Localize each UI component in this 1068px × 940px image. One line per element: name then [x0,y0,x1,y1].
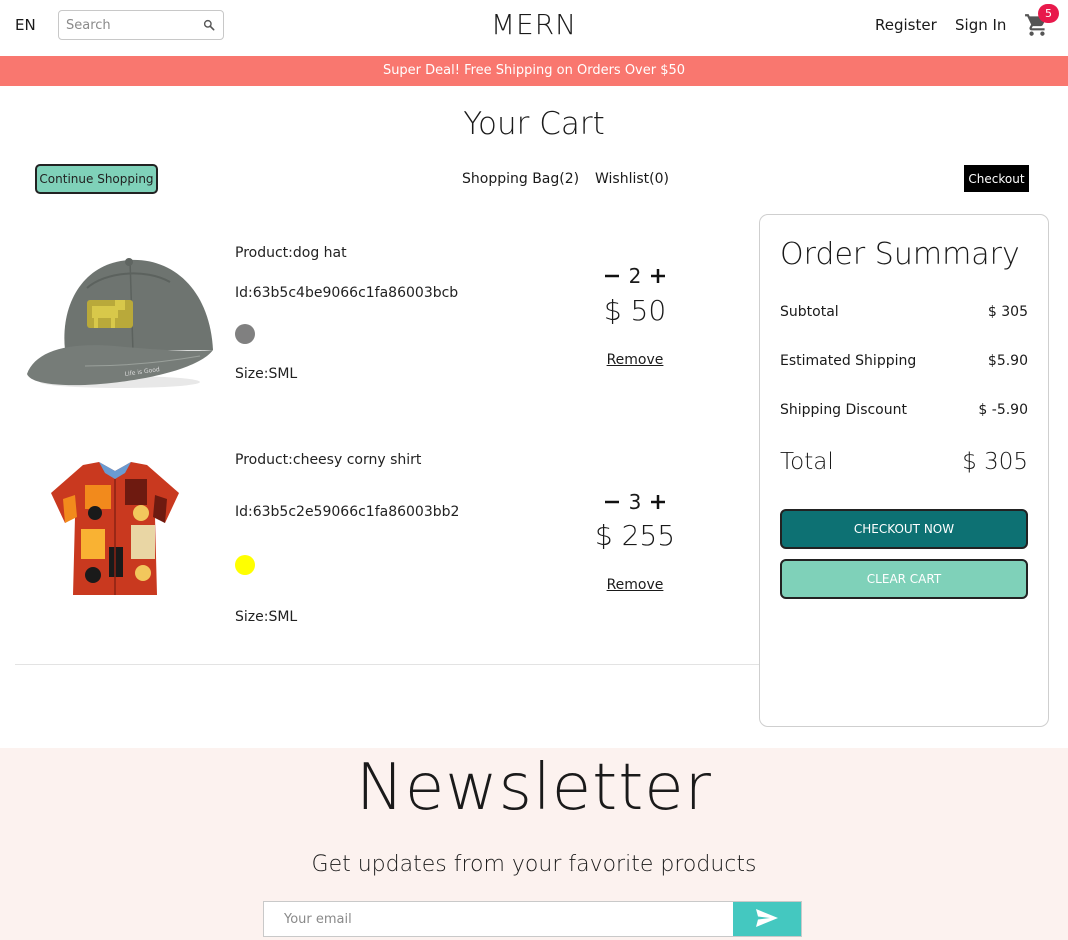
product-id: Id:63b5c4be9066c1fa86003bcb [235,285,459,301]
quantity-value: 3 [628,490,642,514]
send-button[interactable] [733,902,801,936]
minus-icon[interactable] [600,264,624,288]
cart-divider [15,664,759,665]
cart-item: Life is Good Product:dog hat Id:63b5c4be… [15,230,745,430]
product-image-dog-hat[interactable]: Life is Good [25,242,215,392]
product-price: $ 50 [603,294,667,327]
product-image-cheesy-corny-shirt[interactable] [45,459,185,599]
subtotal-value: $ 305 [987,304,1028,320]
subtotal-label: Subtotal [780,304,839,320]
shopping-bag-link[interactable]: Shopping Bag(2) [462,171,579,187]
shipping-label: Estimated Shipping [780,353,917,369]
newsletter-subtitle: Get updates from your favorite products [311,852,757,877]
plus-icon[interactable] [646,490,670,514]
product-name: Product:cheesy corny shirt [235,452,422,468]
checkout-button[interactable]: Checkout [964,165,1029,192]
wishlist-link[interactable]: Wishlist(0) [595,171,669,187]
checkout-now-button[interactable]: CHECKOUT NOW [780,509,1028,549]
cart-count-badge: 5 [1038,4,1059,23]
total-value: $ 305 [962,449,1028,475]
newsletter-form [263,901,802,937]
product-size: Size:SML [235,366,298,382]
register-link[interactable]: Register [875,16,937,34]
announcement-bar: Super Deal! Free Shipping on Orders Over… [0,56,1068,86]
continue-shopping-button[interactable]: Continue Shopping [35,164,158,194]
newsletter-section: Newsletter Get updates from your favorit… [0,748,1068,940]
order-summary-title: Order Summary [780,237,1020,272]
order-summary: Order Summary Subtotal $ 305 Estimated S… [759,214,1049,727]
email-input[interactable] [264,902,733,936]
remove-button[interactable]: Remove [575,352,695,368]
product-size: Size:SML [235,609,298,625]
total-label: Total [780,449,834,475]
quantity-control: 2 [600,264,670,288]
page-title: Your Cart [463,106,605,142]
remove-button[interactable]: Remove [575,577,695,593]
product-color-swatch [235,555,255,575]
clear-cart-button[interactable]: CLEAR CART [780,559,1028,599]
plus-icon[interactable] [646,264,670,288]
navbar: EN MERN Register Sign In 5 [0,0,1068,56]
product-color-swatch [235,324,255,344]
quantity-value: 2 [628,264,642,288]
minus-icon[interactable] [600,490,624,514]
product-price: $ 255 [594,519,676,552]
quantity-control: 3 [600,490,670,514]
send-icon [756,908,778,927]
shipping-value: $5.90 [987,353,1028,369]
discount-value: $ -5.90 [978,402,1028,418]
cart-item: Product:cheesy corny shirt Id:63b5c2e590… [15,445,745,645]
discount-label: Shipping Discount [780,402,907,418]
product-name: Product:dog hat [235,245,347,261]
product-id: Id:63b5c2e59066c1fa86003bb2 [235,504,460,520]
newsletter-title: Newsletter [356,751,712,825]
sign-in-link[interactable]: Sign In [955,16,1006,34]
